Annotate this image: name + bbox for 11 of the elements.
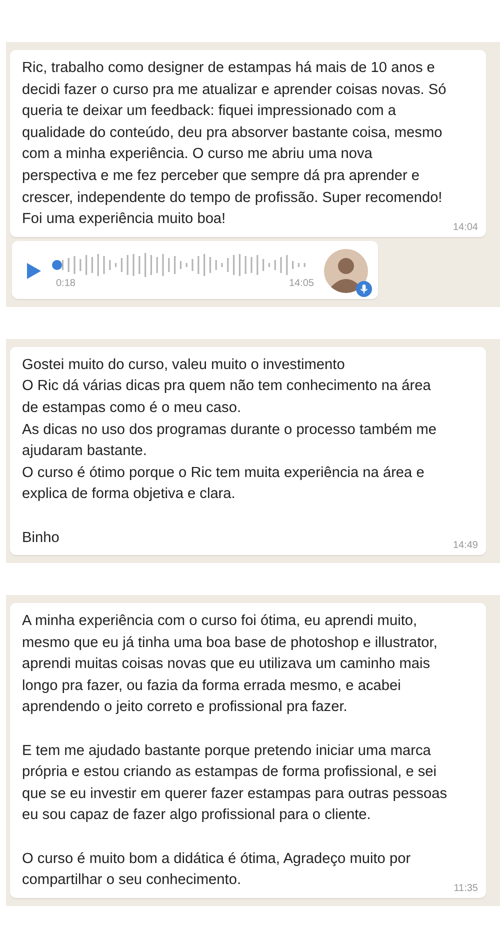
message-time: 14:05 [288, 278, 314, 290]
voice-duration: 0:18 [56, 278, 76, 290]
play-icon[interactable] [26, 262, 42, 280]
message-text: Ric, trabalho como designer de estampas há mais de 10 anos e decidi fazer o curso pra me atualizar e aprender coisas novas. Só queria te deixar um feedback: fiquei impressionado com a qualidade do conteúdo, deu pra absorver bastante coisa, mesmo com a minha experiência. O curso me abriu uma nova perspectiva e me fez perceber que sempre dá pra aprender e crescer, independente do tempo de profissão. Super recomendo! Foi uma experiência muito boa! [22, 59, 447, 230]
avatar-icon [324, 248, 368, 293]
message-text: Gostei muito do curso, valeu muito o investimento O Ric dá várias dicas pra quem não tem conhecimento na área de estampas como é o meu caso. As dicas no uso dos programas durante o processo também me ajudaram bastante. O curso é ótimo porque o Ric tem muita experiência na área e explica de forma objetiva e clara. Binho [22, 356, 438, 548]
message-text: A minha experiência com o curso foi ótima, eu aprendi muito, mesmo que eu já tinha uma boa base de photoshop e illustrator, aprendi muitas coisas novas que eu utilizava um caminho mais longo pra fazer, ou fazia da forma errada mesmo, e acabei aprendendo o jeito correto e profissional pra fazer. E tem me ajudado bastante porque pretendo iniciar uma marca própria e estou criando as estampas de forma profissional, e sei que se eu investir em querer fazer estampas para outras pessoas eu sou capaz de fazer algo profissional para o cliente. O curso é muito bom a didática é ótima, Agradeço muito por compartilhar o seu conhecimento. [22, 612, 448, 890]
message-time: 11:35 [454, 882, 478, 894]
message-time: 14:04 [452, 222, 478, 233]
message-time: 14:49 [452, 540, 478, 552]
progress-thumb[interactable] [52, 260, 62, 270]
